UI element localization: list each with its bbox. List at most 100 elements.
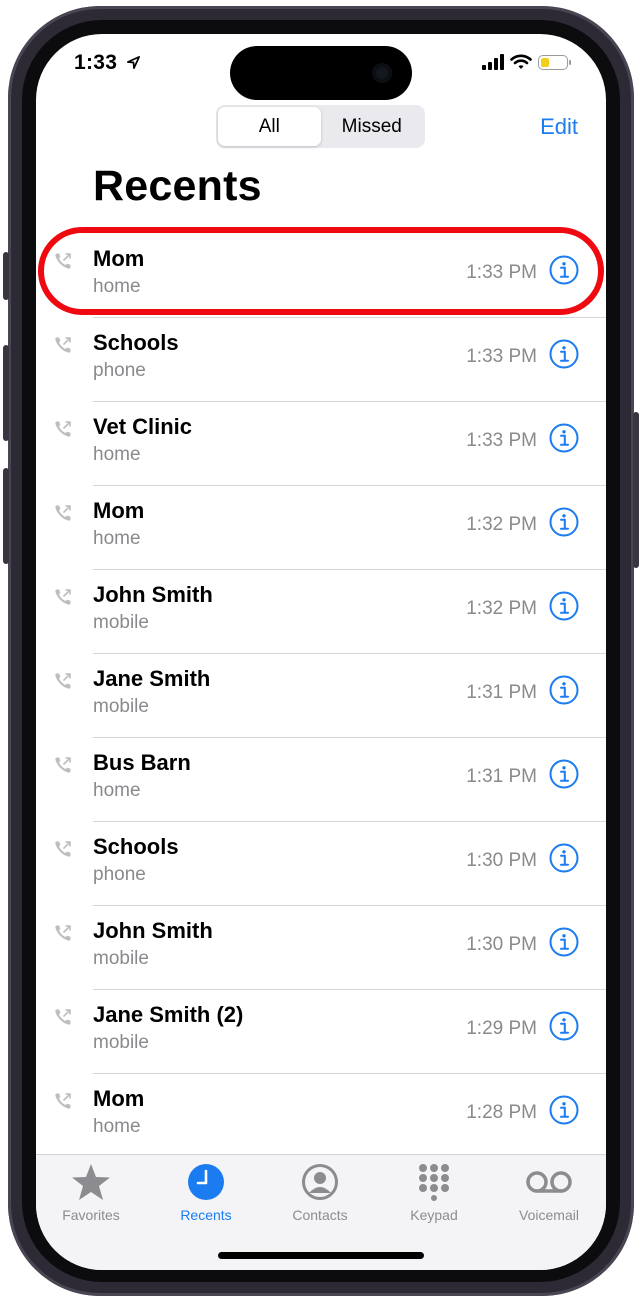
call-row[interactable]: Mom home 1:33 PM bbox=[36, 234, 606, 318]
info-icon[interactable] bbox=[549, 1011, 579, 1041]
outgoing-call-icon bbox=[53, 923, 73, 943]
call-time: 1:30 PM bbox=[466, 850, 537, 871]
segment-missed[interactable]: Missed bbox=[321, 107, 424, 146]
tab-contacts[interactable]: Contacts bbox=[265, 1163, 375, 1223]
star-icon bbox=[72, 1164, 110, 1200]
call-row[interactable]: Mom home 1:28 PM bbox=[36, 1074, 606, 1158]
call-row[interactable]: Jane Smith (2) mobile 1:29 PM bbox=[36, 990, 606, 1074]
call-time: 1:31 PM bbox=[466, 766, 537, 787]
call-time: 1:28 PM bbox=[466, 1102, 537, 1123]
call-time: 1:31 PM bbox=[466, 682, 537, 703]
call-type: phone bbox=[93, 360, 146, 381]
call-type: mobile bbox=[93, 1032, 149, 1053]
call-row[interactable]: Mom home 1:32 PM bbox=[36, 486, 606, 570]
tab-voicemail[interactable]: Voicemail bbox=[494, 1163, 604, 1223]
call-time: 1:33 PM bbox=[466, 262, 537, 283]
tab-bar: Favorites Recents Contacts Keypad Voicem… bbox=[36, 1154, 606, 1270]
call-row[interactable]: Vet Clinic home 1:33 PM bbox=[36, 402, 606, 486]
clock-icon bbox=[188, 1164, 224, 1200]
outgoing-call-icon bbox=[53, 671, 73, 691]
info-icon[interactable] bbox=[549, 339, 579, 369]
outgoing-call-icon bbox=[53, 335, 73, 355]
call-type: home bbox=[93, 528, 141, 549]
info-icon[interactable] bbox=[549, 423, 579, 453]
call-row[interactable]: Schools phone 1:30 PM bbox=[36, 822, 606, 906]
call-time: 1:33 PM bbox=[466, 430, 537, 451]
call-name: John Smith bbox=[93, 918, 213, 943]
call-name: Schools bbox=[93, 330, 179, 355]
tab-label: Voicemail bbox=[519, 1207, 579, 1223]
call-row[interactable]: Schools phone 1:33 PM bbox=[36, 318, 606, 402]
tab-recents[interactable]: Recents bbox=[151, 1163, 261, 1223]
keypad-icon bbox=[419, 1164, 449, 1201]
call-type: mobile bbox=[93, 612, 149, 633]
battery-icon bbox=[538, 54, 571, 70]
segmented-control: All Missed bbox=[216, 105, 425, 148]
outgoing-call-icon bbox=[53, 755, 73, 775]
call-type: home bbox=[93, 276, 141, 297]
info-icon[interactable] bbox=[549, 927, 579, 957]
call-row[interactable]: Jane Smith mobile 1:31 PM bbox=[36, 654, 606, 738]
status-time: 1:33 bbox=[74, 51, 141, 75]
outgoing-call-icon bbox=[53, 839, 73, 859]
call-row[interactable]: John Smith mobile 1:32 PM bbox=[36, 570, 606, 654]
call-name: Mom bbox=[93, 498, 145, 523]
call-type: home bbox=[93, 1116, 141, 1137]
call-time: 1:33 PM bbox=[466, 346, 537, 367]
call-name: Jane Smith bbox=[93, 666, 211, 691]
info-icon[interactable] bbox=[549, 843, 579, 873]
call-type: home bbox=[93, 780, 141, 801]
call-name: Schools bbox=[93, 834, 179, 859]
call-time: 1:29 PM bbox=[466, 1018, 537, 1039]
call-name: Vet Clinic bbox=[93, 414, 193, 439]
outgoing-call-icon bbox=[53, 1007, 73, 1027]
segment-all[interactable]: All bbox=[218, 107, 321, 146]
call-name: Jane Smith (2) bbox=[93, 1002, 244, 1027]
cellular-signal-icon bbox=[482, 54, 504, 70]
volume-up-button bbox=[3, 345, 9, 441]
wifi-icon bbox=[510, 54, 532, 69]
tab-label: Keypad bbox=[410, 1207, 458, 1223]
tab-keypad[interactable]: Keypad bbox=[379, 1163, 489, 1223]
status-indicators bbox=[482, 54, 571, 70]
info-icon[interactable] bbox=[549, 1095, 579, 1125]
location-arrow-icon bbox=[127, 56, 141, 69]
outgoing-call-icon bbox=[53, 1091, 73, 1111]
info-icon[interactable] bbox=[549, 255, 579, 285]
tab-label: Contacts bbox=[292, 1207, 348, 1223]
person-circle-icon bbox=[302, 1164, 338, 1200]
outgoing-call-icon bbox=[53, 587, 73, 607]
page-title: Recents bbox=[93, 162, 262, 210]
call-row[interactable]: John Smith mobile 1:30 PM bbox=[36, 906, 606, 990]
action-button bbox=[3, 252, 9, 300]
outgoing-call-icon bbox=[53, 419, 73, 439]
outgoing-call-icon bbox=[53, 503, 73, 523]
call-type: home bbox=[93, 444, 141, 465]
call-time: 1:32 PM bbox=[466, 514, 537, 535]
dynamic-island bbox=[230, 46, 412, 100]
volume-down-button bbox=[3, 468, 9, 564]
tab-label: Recents bbox=[180, 1207, 232, 1223]
recents-list: Mom home 1:33 PM Schools phone 1:33 PM Vet Cli… bbox=[36, 234, 606, 1158]
outgoing-call-icon bbox=[53, 251, 73, 271]
call-time: 1:30 PM bbox=[466, 934, 537, 955]
call-row[interactable]: Bus Barn home 1:31 PM bbox=[36, 738, 606, 822]
call-time: 1:32 PM bbox=[466, 598, 537, 619]
call-name: Mom bbox=[93, 1086, 145, 1111]
home-indicator bbox=[218, 1252, 424, 1259]
voicemail-icon bbox=[526, 1171, 572, 1193]
call-name: Bus Barn bbox=[93, 750, 191, 775]
tab-label: Favorites bbox=[62, 1207, 120, 1223]
call-name: John Smith bbox=[93, 582, 213, 607]
info-icon[interactable] bbox=[549, 759, 579, 789]
battery-level bbox=[541, 57, 549, 67]
info-icon[interactable] bbox=[549, 507, 579, 537]
side-button bbox=[633, 412, 639, 568]
info-icon[interactable] bbox=[549, 675, 579, 705]
info-icon[interactable] bbox=[549, 591, 579, 621]
edit-button[interactable]: Edit bbox=[540, 114, 578, 140]
call-type: phone bbox=[93, 864, 146, 885]
call-name: Mom bbox=[93, 246, 145, 271]
front-camera bbox=[372, 63, 392, 83]
tab-favorites[interactable]: Favorites bbox=[36, 1163, 146, 1223]
